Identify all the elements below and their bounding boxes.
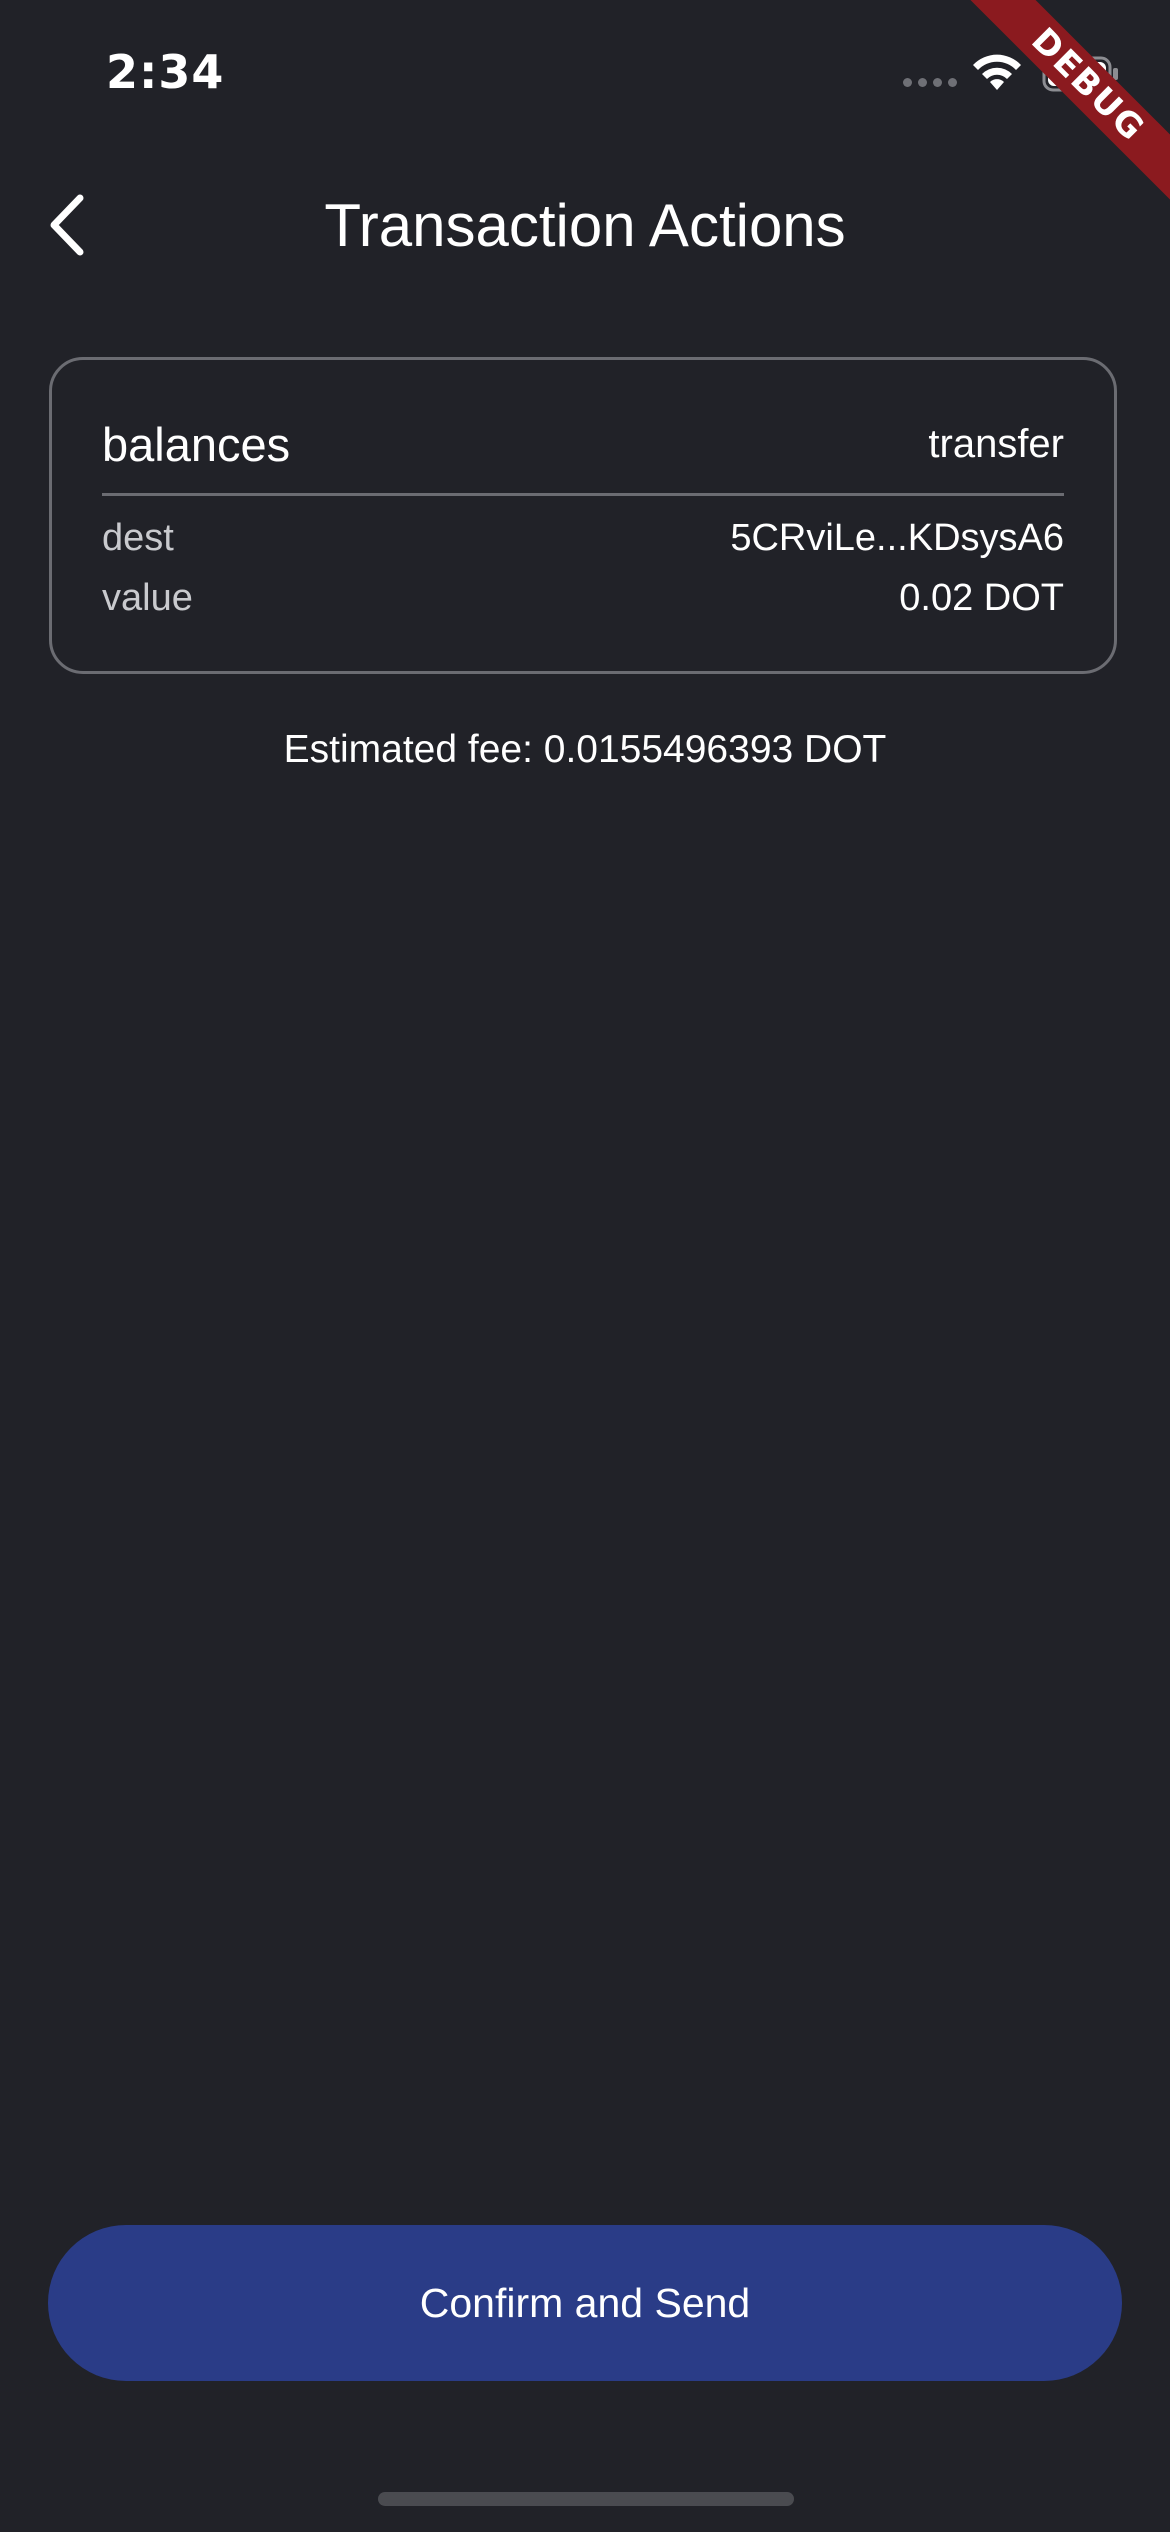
arg-value: 5CRviLe...KDsysA6 xyxy=(730,516,1064,559)
card-header: balances transfer xyxy=(102,414,1064,474)
battery-icon xyxy=(1042,56,1118,92)
confirm-and-send-button[interactable]: Confirm and Send xyxy=(48,2225,1122,2381)
debug-banner: DEBUG xyxy=(950,0,1170,220)
arg-name: dest xyxy=(102,516,174,559)
transaction-card: balances transfer dest 5CRviLe...KDsysA6… xyxy=(49,357,1117,674)
wifi-icon xyxy=(973,54,1021,90)
status-time: 2:34 xyxy=(106,45,225,99)
home-indicator[interactable] xyxy=(378,2492,794,2506)
transaction-module: balances xyxy=(102,417,291,471)
arg-row-dest: dest 5CRviLe...KDsysA6 xyxy=(102,510,1064,566)
cellular-signal-icon xyxy=(903,78,957,87)
transaction-call: transfer xyxy=(928,421,1064,466)
arg-name: value xyxy=(102,576,193,619)
arg-row-value: value 0.02 DOT xyxy=(102,570,1064,626)
arg-value: 0.02 DOT xyxy=(899,576,1064,619)
page-title: Transaction Actions xyxy=(324,192,846,259)
estimated-fee: Estimated fee: 0.0155496393 DOT xyxy=(283,728,887,771)
card-divider xyxy=(102,493,1064,496)
debug-banner-label: DEBUG xyxy=(958,0,1170,215)
